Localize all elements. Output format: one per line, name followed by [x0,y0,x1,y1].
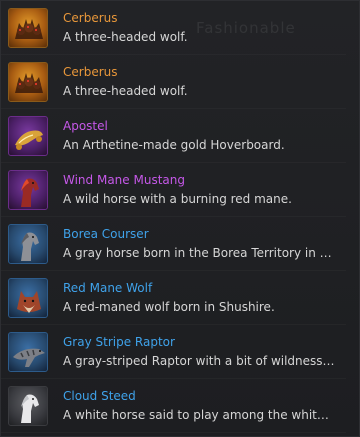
item-name: Gray Stripe Raptor [63,334,175,349]
list-item-gray-stripe-raptor[interactable]: Gray Stripe Raptor A gray-striped Raptor… [1,325,346,379]
mount-list-panel: Fashionable Cerberus A three-headed wolf… [0,0,360,437]
gray-horse-icon [8,223,48,264]
item-description: A three-headed wolf. [63,29,188,44]
list-item-apostel[interactable]: Apostel An Arthetine-made gold Hoverboar… [1,109,346,163]
item-name: Cloud Steed [63,388,136,403]
item-description: A red-maned wolf born in Shushire. [63,299,275,314]
item-name: Cerberus [63,64,118,79]
item-description: An Arthetine-made gold Hoverboard. [63,137,285,152]
list-item-wind-mane-mustang[interactable]: Wind Mane Mustang A wild horse with a bu… [1,163,346,217]
cerberus-icon [8,7,48,48]
item-description: A wild horse with a burning red mane. [63,191,292,206]
white-horse-icon [8,385,48,426]
list-item-red-mane-wolf[interactable]: Red Mane Wolf A red-maned wolf born in S… [1,271,346,325]
mount-list: Cerberus A three-headed wolf. Cerberus A… [1,1,346,433]
red-horse-icon [8,169,48,210]
cerberus-icon [8,61,48,102]
list-item-cerberus-1[interactable]: Cerberus A three-headed wolf. [1,1,346,55]
item-description: A three-headed wolf. [63,83,188,98]
item-description: A gray-striped Raptor with a bit of wild… [63,353,335,368]
hoverboard-icon [8,115,48,156]
item-name: Apostel [63,118,108,133]
item-description: A white horse said to play among the whi… [63,407,335,422]
list-item-cerberus-2[interactable]: Cerberus A three-headed wolf. [1,55,346,109]
item-name: Wind Mane Mustang [63,172,185,187]
list-item-borea-courser[interactable]: Borea Courser A gray horse born in the B… [1,217,346,271]
red-wolf-icon [8,277,48,318]
item-name: Cerberus [63,10,118,25]
item-description: A gray horse born in the Borea Territory… [63,245,335,260]
raptor-icon [8,331,48,372]
item-name: Red Mane Wolf [63,280,153,295]
list-item-cloud-steed[interactable]: Cloud Steed A white horse said to play a… [1,379,346,433]
item-name: Borea Courser [63,226,149,241]
